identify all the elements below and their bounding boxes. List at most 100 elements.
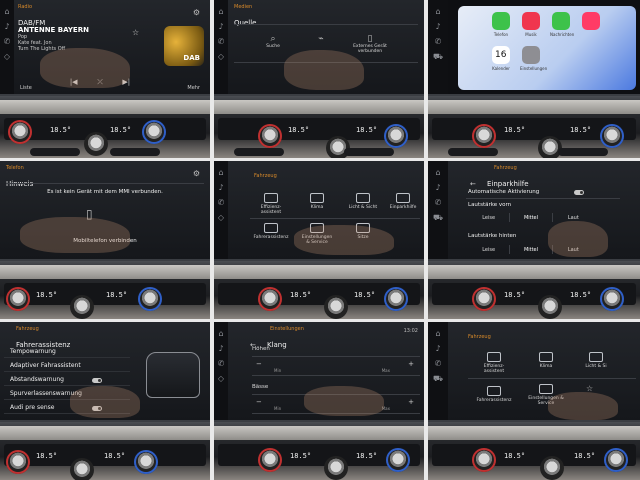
temp-knob-right[interactable]: [142, 120, 166, 144]
bass-minus[interactable]: −: [256, 398, 262, 406]
temp-left: 18.5°: [504, 126, 526, 134]
treble-slider[interactable]: − Min Max +: [252, 356, 420, 376]
gear-icon[interactable]: ⚙: [193, 8, 200, 17]
list-item[interactable]: Adaptiver Fahrassistent: [4, 360, 130, 372]
home-icon[interactable]: ⌂: [218, 169, 223, 177]
usb-source-button[interactable]: ⌁: [306, 34, 336, 44]
phone-icon[interactable]: ✆: [218, 360, 225, 368]
phone-icon[interactable]: ✆: [435, 360, 442, 368]
temp-knob-left[interactable]: [472, 287, 496, 311]
temp-knob-left[interactable]: [472, 124, 496, 148]
driver-assist-button[interactable]: Fahrerassistenz: [476, 386, 512, 403]
search-icon: ⌕: [270, 34, 276, 44]
volume-knob[interactable]: [70, 458, 94, 480]
home-icon[interactable]: ⌂: [218, 330, 223, 338]
music-icon[interactable]: ♪: [435, 184, 440, 192]
home-icon[interactable]: ⌂: [435, 330, 440, 338]
list-item[interactable]: Abstandswarnung: [4, 374, 130, 386]
music-icon[interactable]: ♪: [4, 23, 9, 31]
phone-icon[interactable]: ✆: [218, 199, 225, 207]
home-icon[interactable]: ⌂: [4, 8, 9, 16]
volume-knob[interactable]: [84, 132, 108, 156]
temp-knob-left[interactable]: [6, 450, 30, 474]
acc-label: Adaptiver Fahrassistent: [10, 362, 81, 369]
music-icon[interactable]: ♪: [435, 345, 440, 353]
podcast-app[interactable]: [582, 12, 600, 30]
volume-knob[interactable]: [538, 295, 562, 319]
music-icon[interactable]: ♪: [435, 23, 440, 31]
light-button[interactable]: Licht & Si: [578, 352, 614, 369]
parking-button[interactable]: Einparkhilfe: [386, 193, 420, 210]
calendar-app[interactable]: 16: [492, 46, 510, 64]
music-icon[interactable]: ♪: [218, 184, 223, 192]
volume-knob[interactable]: [324, 456, 348, 480]
temp-knob-right[interactable]: [384, 287, 408, 311]
car-icon[interactable]: ⛟: [433, 214, 443, 222]
temp-knob-right[interactable]: [134, 450, 158, 474]
abstand-toggle[interactable]: [92, 378, 102, 383]
front-mittel[interactable]: Mittel: [510, 213, 553, 222]
phone-icon[interactable]: ✆: [218, 38, 225, 46]
climate-button[interactable]: Klima: [528, 352, 564, 369]
klang-category: Einstellungen: [270, 326, 304, 332]
temp-knob-left[interactable]: [258, 448, 282, 472]
nav-icon[interactable]: ◇: [218, 53, 224, 61]
music-icon[interactable]: ♪: [218, 23, 223, 31]
nav-icon[interactable]: ◇: [218, 214, 224, 222]
treble-plus[interactable]: +: [408, 360, 414, 368]
temp-knob-right[interactable]: [600, 287, 624, 311]
auto-activation-toggle[interactable]: [574, 190, 584, 195]
temp-knob-left[interactable]: [8, 120, 32, 144]
star-icon[interactable]: ☆: [132, 28, 139, 37]
hinweis-screen: Telefon Hinweis ⚙ Es ist kein Gerät mit …: [0, 161, 210, 261]
climate-button[interactable]: Klima: [300, 193, 334, 210]
nav-icon[interactable]: ◇: [4, 53, 10, 61]
home-icon[interactable]: ⌂: [218, 8, 223, 16]
volume-knob[interactable]: [540, 456, 564, 480]
external-device-button[interactable]: ▯ Externes Gerät verbunden: [350, 34, 390, 54]
driver-assist-button[interactable]: Fahrerassistenz: [254, 223, 288, 240]
temp-left: 18.5°: [504, 452, 526, 460]
side-nav: ⌂ ♪ ✆ ⛟: [428, 161, 448, 259]
music-app[interactable]: [522, 12, 540, 30]
temp-knob-left[interactable]: [6, 287, 30, 311]
rear-mittel[interactable]: Mittel: [510, 245, 553, 254]
temp-knob-right[interactable]: [384, 124, 408, 148]
car-icon[interactable]: ⛟: [433, 375, 443, 383]
volume-knob[interactable]: [324, 295, 348, 319]
gear-icon[interactable]: ⚙: [193, 169, 200, 178]
temp-knob-right[interactable]: [386, 448, 410, 472]
temp-knob-left[interactable]: [258, 287, 282, 311]
volume-knob[interactable]: [70, 295, 94, 319]
phone-icon[interactable]: ✆: [435, 199, 442, 207]
temp-knob-right[interactable]: [600, 124, 624, 148]
phone-icon[interactable]: ✆: [4, 38, 11, 46]
back-icon[interactable]: ←: [470, 180, 476, 188]
front-leise[interactable]: Leise: [468, 213, 511, 222]
efficiency-button[interactable]: Effizienz-assistent: [476, 352, 512, 374]
bass-plus[interactable]: +: [408, 398, 414, 406]
home-icon[interactable]: ⌂: [435, 8, 440, 16]
search-source-button[interactable]: ⌕ Suche: [258, 34, 288, 49]
treble-minus[interactable]: −: [256, 360, 262, 368]
rear-leise[interactable]: Leise: [468, 245, 511, 254]
car-icon[interactable]: ⛟: [433, 53, 443, 61]
messages-app[interactable]: [552, 12, 570, 30]
temp-knob-left[interactable]: [258, 124, 282, 148]
temp-knob-left[interactable]: [472, 448, 496, 472]
side-nav: ⌂ ♪ ✆ ⛟: [428, 0, 448, 94]
light-button[interactable]: Licht & Sicht: [346, 193, 380, 210]
phone-app[interactable]: [492, 12, 510, 30]
music-icon[interactable]: ♪: [218, 345, 223, 353]
temp-knob-right[interactable]: [604, 448, 628, 472]
temp-knob-right[interactable]: [138, 287, 162, 311]
home-icon[interactable]: ⌂: [435, 169, 440, 177]
list-button[interactable]: Liste: [20, 85, 32, 91]
nav-icon[interactable]: ◇: [218, 375, 224, 383]
phone-icon[interactable]: ✆: [435, 38, 442, 46]
list-item[interactable]: Tempowarnung: [4, 346, 130, 358]
efficiency-button[interactable]: Effizienz-assistent: [254, 193, 288, 215]
settings-app[interactable]: [522, 46, 540, 64]
more-button[interactable]: Mehr: [187, 85, 200, 91]
hand-reflection: [70, 386, 140, 418]
